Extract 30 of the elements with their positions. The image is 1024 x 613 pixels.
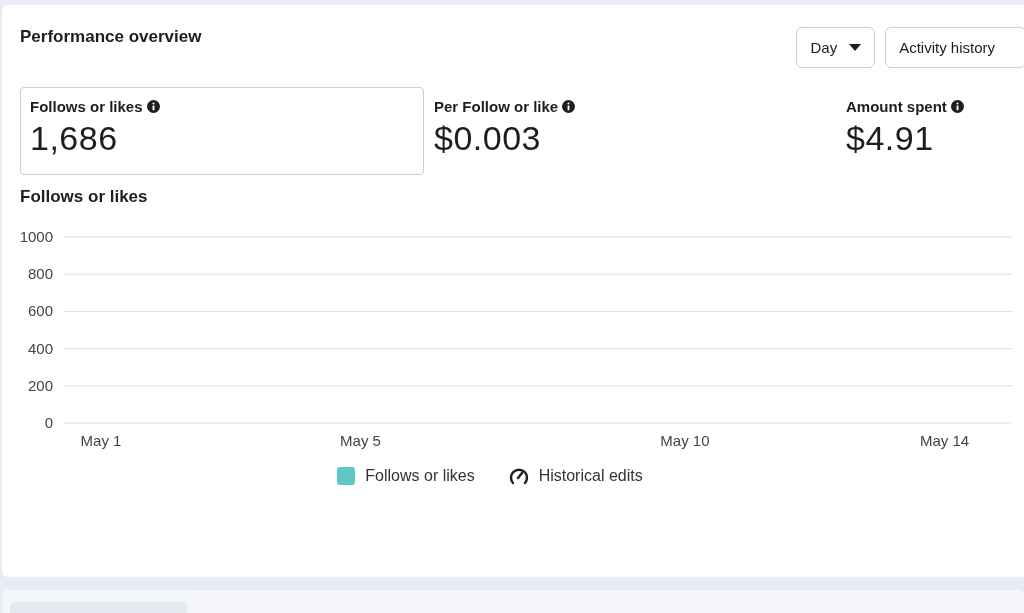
card-title: Performance overview	[20, 27, 202, 47]
metric-label: Per Follow or like	[434, 98, 559, 115]
caret-icon	[849, 44, 862, 51]
metric-tile[interactable]: Amount spent $4.91	[836, 87, 1024, 175]
metric-value: 1,686	[30, 119, 119, 158]
y-axis-label: 600	[27, 302, 53, 320]
metric-label: Follows or likes	[30, 98, 143, 115]
info-icon[interactable]	[950, 100, 964, 113]
y-axis-label: 200	[27, 376, 53, 394]
y-axis-label: 400	[27, 339, 53, 357]
legend-label: Historical edits	[538, 467, 643, 485]
period-dropdown[interactable]: Day	[796, 27, 876, 68]
info-icon[interactable]	[146, 100, 160, 113]
y-axis-label: 1000	[19, 228, 53, 245]
x-axis-label: May 5	[340, 432, 381, 449]
y-axis-label: 800	[27, 265, 53, 283]
activity-history-button[interactable]: Activity history	[885, 27, 1024, 68]
info-icon[interactable]	[562, 100, 576, 113]
x-axis-label: May 14	[919, 432, 970, 449]
metric-tile[interactable]: Follows or likes 1,686	[20, 87, 424, 175]
legend-label: Follows or likes	[365, 467, 475, 485]
metric-value: $4.91	[846, 119, 935, 158]
chart-title: Follows or likes	[20, 187, 149, 207]
metric-tile[interactable]: Per Follow or like $0.003	[424, 87, 836, 175]
gauge-icon	[508, 467, 529, 485]
x-axis-label: May 10	[660, 432, 710, 449]
x-axis-label: May 1	[80, 432, 122, 449]
metric-label: Amount spent	[846, 98, 947, 115]
y-axis-label: 0	[44, 414, 53, 431]
metric-value: $0.003	[434, 119, 542, 158]
